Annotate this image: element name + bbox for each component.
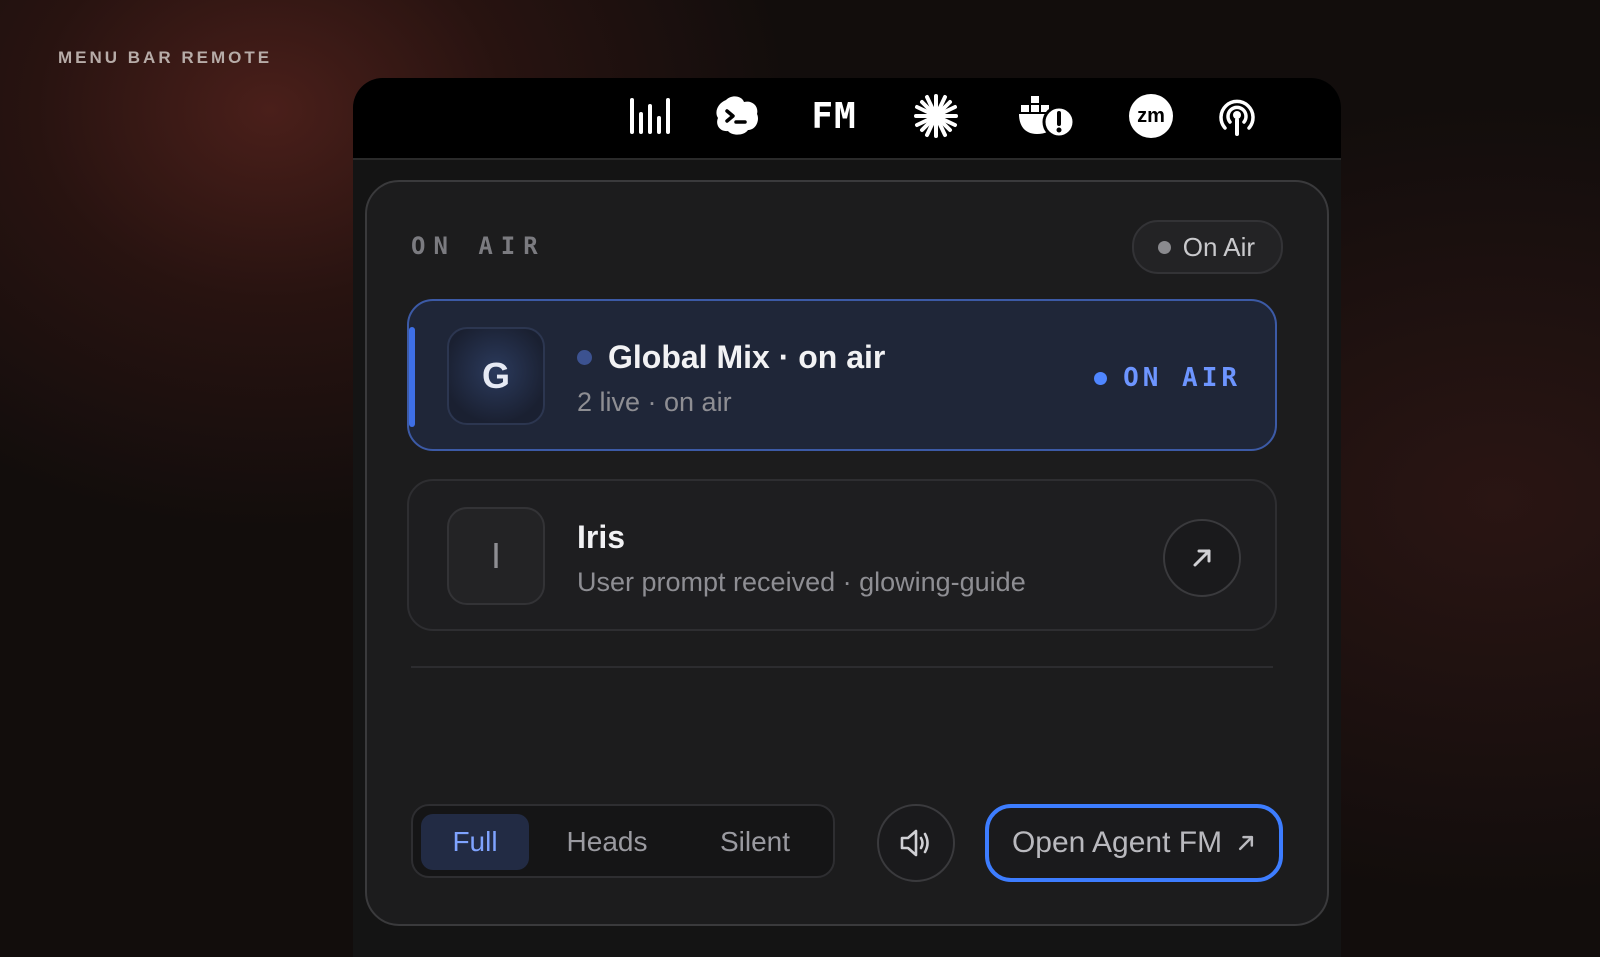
arrow-up-right-icon <box>1238 835 1254 851</box>
open-session-button[interactable] <box>1163 519 1241 597</box>
menu-bar: FM zm <box>353 78 1341 160</box>
channel-row-iris[interactable]: I Iris User prompt received · glowing-gu… <box>407 479 1277 631</box>
divider <box>411 666 1273 668</box>
avatar: I <box>447 507 545 605</box>
row-title: Global Mix · on air <box>577 339 885 376</box>
terminal-cloud-icon[interactable] <box>713 92 761 140</box>
status-pill-label: On Air <box>1182 231 1255 262</box>
status-pill[interactable]: On Air <box>1131 220 1283 274</box>
open-agent-fm-button[interactable]: Open Agent FM <box>985 804 1283 882</box>
status-dot <box>1157 240 1171 254</box>
speaker-icon <box>900 829 929 857</box>
avatar: G <box>447 327 545 425</box>
row-title-text: Global Mix · on air <box>608 339 886 375</box>
volume-button[interactable] <box>877 804 955 882</box>
zoom-icon[interactable]: zm <box>1127 92 1175 140</box>
on-air-panel: ON AIR On Air G Global Mix · on air 2 li… <box>365 180 1329 926</box>
live-dot <box>577 350 592 365</box>
podcast-broadcast-icon[interactable] <box>1213 92 1261 140</box>
fm-logo-icon[interactable]: FM <box>804 92 864 140</box>
row-title-text: Iris <box>577 519 626 555</box>
menu-bar-window: FM zm ON AIR On Air G Global Mix · on ai… <box>353 78 1341 957</box>
sparkle-burst-icon[interactable] <box>912 92 960 140</box>
section-title: ON AIR <box>411 232 546 260</box>
mode-heads-button[interactable]: Heads <box>539 814 675 870</box>
active-indicator <box>409 327 415 427</box>
row-subtitle: User prompt received · glowing-guide <box>577 567 1026 597</box>
mode-silent-button[interactable]: Silent <box>685 814 825 870</box>
on-air-badge: ON AIR <box>1094 363 1241 393</box>
page-label: MENU BAR REMOTE <box>58 48 273 67</box>
fm-logo-text: FM <box>811 95 857 137</box>
mode-segmented-control: Full Heads Silent <box>411 804 835 878</box>
audio-levels-icon[interactable] <box>626 92 674 140</box>
channel-row-global-mix[interactable]: G Global Mix · on air 2 live · on air ON… <box>407 299 1277 451</box>
open-agent-fm-label: Open Agent FM <box>1011 826 1223 859</box>
row-subtitle: 2 live · on air <box>577 387 732 417</box>
on-air-badge-label: ON AIR <box>1123 363 1241 393</box>
row-title: Iris <box>577 519 625 556</box>
on-air-dot <box>1094 371 1108 385</box>
docker-alert-icon[interactable] <box>1017 92 1079 140</box>
mode-full-button[interactable]: Full <box>421 814 529 870</box>
arrow-up-right-icon <box>1193 549 1211 567</box>
zoom-icon-text: zm <box>1137 104 1165 127</box>
